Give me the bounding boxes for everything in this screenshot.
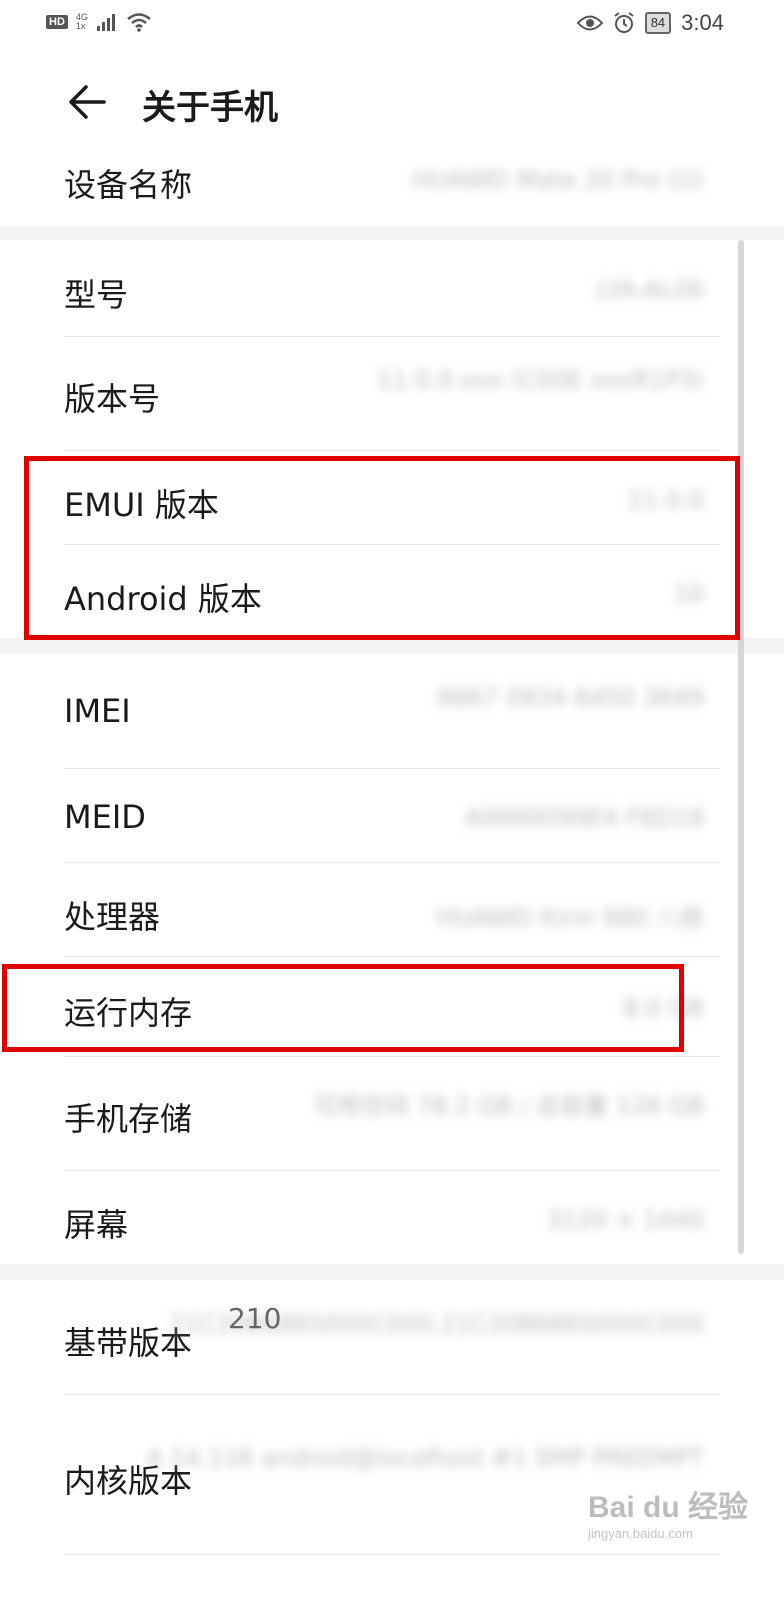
row-value: 11.0.0.xxx (C00E xxxR1P3) [376,366,704,394]
list-item-storage[interactable]: 手机存储 可用空间 78.2 GB / 总容量 128 GB [0,1056,784,1170]
list-item-baseband-version[interactable]: 基带版本 21C20B686S000C000,21C20B686S000C000 [0,1280,784,1394]
status-time: 3:04 [681,10,724,35]
list-item-processor[interactable]: 处理器 HUAWEI Kirin 980 八核 [0,862,784,956]
highlight-box-ram [2,964,684,1052]
row-value: 可用空间 78.2 GB / 总容量 128 GB [312,1092,704,1120]
status-bar: HD 4G 1x 84 3:04 [0,0,784,48]
info-card-hardware: IMEI 8667 0934 6450 3649 MEID A0000099E4… [0,654,784,1264]
scrollbar[interactable] [738,240,744,1254]
status-left: HD 4G 1x [46,12,152,32]
wifi-icon [127,13,151,32]
list-item-meid[interactable]: MEID A0000099E4 F6D18 [0,768,784,862]
eye-icon [576,15,603,31]
highlight-box-version [24,456,740,640]
info-card-software: 基带版本 21C20B686S000C000,21C20B686S000C000… [0,1280,784,1600]
list-item-imei[interactable]: IMEI 8667 0934 6450 3649 [0,654,784,768]
list-item-build-number[interactable]: 版本号 11.0.0.xxx (C00E xxxR1P3) [0,336,784,450]
divider [64,1554,720,1555]
row-label: 型号 [64,276,129,314]
device-name-card: 设备名称 HUAWEI Mate 20 Pro (U) [0,148,784,226]
top-app-bar: 关于手机 [0,48,784,148]
watermark-brand: Bai du 经验 [588,1491,749,1524]
hd-badge: HD [46,15,68,29]
alarm-icon [614,12,634,33]
row-value: 8667 0934 6450 3649 [436,684,704,712]
row-label: 处理器 [64,898,161,936]
row-label: 屏幕 [64,1206,129,1244]
row-value: HUAWEI Kirin 980 八核 [436,904,704,932]
row-value: A0000099E4 F6D18 [464,804,704,832]
network-type: 4G 1x [75,12,88,31]
battery-icon: 84 [644,12,672,34]
row-label: IMEI [64,692,131,730]
baidu-watermark-logo: Bai du 经验 jingyan.baidu.com [588,1482,748,1541]
row-label: 设备名称 [64,166,193,204]
row-value: 4.14.116 android@localhost #1 SMP PREEMP… [146,1444,704,1472]
list-item-screen[interactable]: 屏幕 3120 × 1440 [0,1170,784,1264]
page-title: 关于手机 [142,88,278,128]
row-value: LYA-AL00 [596,276,704,304]
row-value: HUAWEI Mate 20 Pro (U) [412,166,704,194]
row-label: MEID [64,798,146,836]
row-label: 版本号 [64,380,161,418]
watermark-url: jingyan.baidu.com [588,1526,693,1541]
signal-icon [96,14,115,31]
baseband-value-peek: 210 [228,1302,282,1335]
list-item-device-name[interactable]: 设备名称 HUAWEI Mate 20 Pro (U) [0,148,784,226]
status-right: 84 3:04 [576,10,724,36]
list-item-model[interactable]: 型号 LYA-AL00 [0,240,784,336]
row-label: 手机存储 [64,1100,193,1138]
row-value: 3120 × 1440 [546,1206,704,1234]
back-arrow-icon[interactable] [64,78,112,126]
